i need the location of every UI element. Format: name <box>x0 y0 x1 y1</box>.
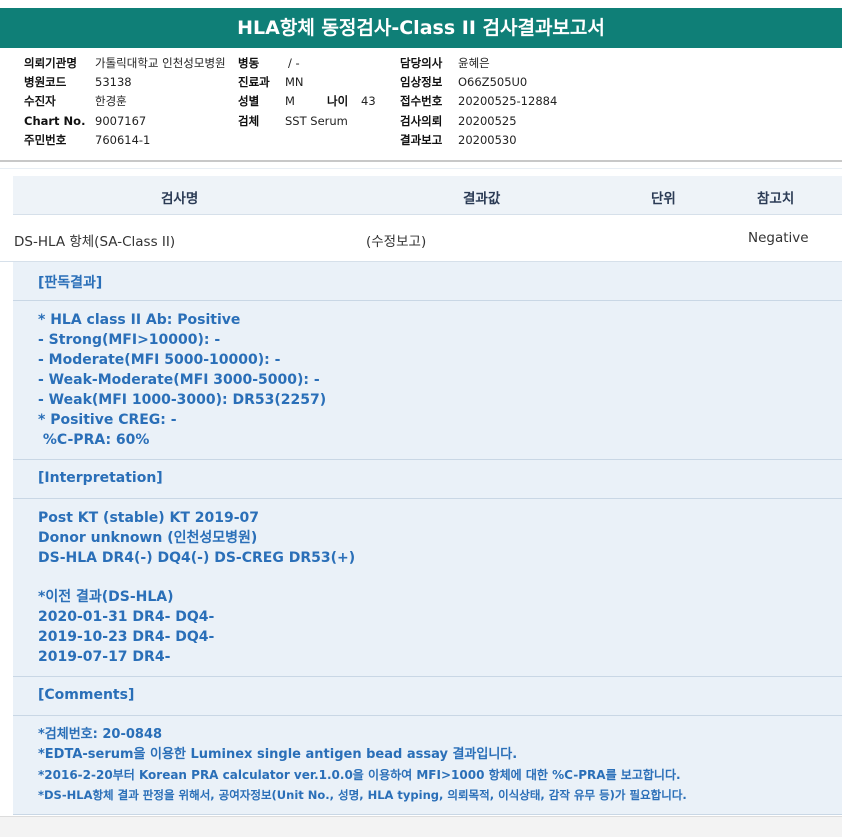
header-divider <box>0 160 842 162</box>
interpretation-line: *이전 결과(DS-HLA) <box>38 589 174 605</box>
comments-line: *2016-2-20부터 Korean PRA calculator ver.1… <box>38 768 681 782</box>
interpretation-body: Post KT (stable) KT 2019-07 Donor unknow… <box>13 499 842 677</box>
judgement-line: - Moderate(MFI 5000-10000): - <box>38 352 281 368</box>
hospital-label: 의뢰기관명 <box>24 56 77 70</box>
result-cell: (수정보고) <box>366 234 427 250</box>
meta-row-5: 주민번호 760614-1 결과보고 20200530 <box>0 131 842 150</box>
receipt-value: 20200525-12884 <box>458 94 558 108</box>
judgement-line: %C-PRA: 60% <box>38 432 150 448</box>
report-label: 결과보고 <box>400 133 443 147</box>
judgement-section-header: [판독결과] <box>13 262 842 301</box>
specimen-value: SST Serum <box>285 114 348 128</box>
interpretation-line: 2020-01-31 DR4- DQ4- <box>38 609 215 625</box>
dept-label: 진료과 <box>238 75 270 89</box>
judgement-line: * HLA class II Ab: Positive <box>38 312 241 328</box>
interpretation-line: 2019-07-17 DR4- <box>38 649 171 665</box>
doctor-label: 담당의사 <box>400 56 443 70</box>
rrn-label: 주민번호 <box>24 133 67 147</box>
ward-value: / - <box>288 56 300 70</box>
page-footer <box>0 816 842 837</box>
comments-section-header: [Comments] <box>13 677 842 716</box>
col-header-unit: 단위 <box>651 191 676 207</box>
chart-label: Chart No. <box>24 114 86 128</box>
comments-header: [Comments] <box>38 687 135 703</box>
specimen-label: 검체 <box>238 114 260 128</box>
meta-row-4: Chart No. 9007167 검체 SST Serum 검사의뢰 2020… <box>0 112 842 131</box>
sex-label: 성별 <box>238 94 260 108</box>
interpretation-line: Donor unknown (인천성모병원) <box>38 530 258 546</box>
doctor-value: 윤혜은 <box>458 56 490 70</box>
col-header-test-name: 검사명 <box>161 191 199 207</box>
report-title: HLA항체 동정검사-Class II 검사결과보고서 <box>0 8 842 48</box>
meta-row-2: 병원코드 53138 진료과 MN 임상정보 O66Z505U0 <box>0 73 842 92</box>
collector-value: 한경훈 <box>95 94 127 108</box>
table-row: DS-HLA 항체(SA-Class II) (수정보고) Negative <box>0 215 842 262</box>
receipt-label: 접수번호 <box>400 94 443 108</box>
comments-line: *EDTA-serum을 이용한 Luminex single antigen … <box>38 747 518 762</box>
chart-value: 9007167 <box>95 114 147 128</box>
request-value: 20200525 <box>458 114 517 128</box>
test-name-cell: DS-HLA 항체(SA-Class II) <box>14 234 176 250</box>
request-label: 검사의뢰 <box>400 114 443 128</box>
clinical-value: O66Z505U0 <box>458 75 528 89</box>
dept-value: MN <box>285 75 304 89</box>
comments-line: *검체번호: 20-0848 <box>38 727 163 742</box>
interpretation-line: Post KT (stable) KT 2019-07 <box>38 510 260 526</box>
judgement-header: [판독결과] <box>38 275 103 291</box>
judgement-line: * Positive CREG: - <box>38 412 177 428</box>
interpretation-line: 2019-10-23 DR4- DQ4- <box>38 629 215 645</box>
report-value: 20200530 <box>458 133 517 147</box>
meta-row-3: 수진자 한경훈 성별 M 나이 43 접수번호 20200525-12884 <box>0 92 842 111</box>
reference-cell: Negative <box>748 230 809 246</box>
rrn-value: 760614-1 <box>95 133 151 147</box>
hospital-value: 가톨릭대학교 인천성모병원 <box>95 56 226 70</box>
interpretation-line: DS-HLA DR4(-) DQ4(-) DS-CREG DR53(+) <box>38 550 356 566</box>
report-meta: 의뢰기관명 가톨릭대학교 인천성모병원 병동 / - 담당의사 윤혜은 병원코드… <box>0 48 842 158</box>
results-table-header: 검사명 결과값 단위 참고치 <box>13 176 842 215</box>
judgement-body: * HLA class II Ab: Positive - Strong(MFI… <box>13 301 842 460</box>
sex-value: M <box>285 94 295 108</box>
code-value: 53138 <box>95 75 132 89</box>
interpretation-header: [Interpretation] <box>38 470 163 486</box>
col-header-reference: 참고치 <box>757 191 795 207</box>
judgement-line: - Weak-Moderate(MFI 3000-5000): - <box>38 372 320 388</box>
age-value: 43 <box>361 94 376 108</box>
clinical-label: 임상정보 <box>400 75 443 89</box>
meta-row-1: 의뢰기관명 가톨릭대학교 인천성모병원 병동 / - 담당의사 윤혜은 <box>0 54 842 73</box>
age-label: 나이 <box>327 94 349 108</box>
judgement-line: - Weak(MFI 1000-3000): DR53(2257) <box>38 392 327 408</box>
judgement-line: - Strong(MFI>10000): - <box>38 332 221 348</box>
code-label: 병원코드 <box>24 75 67 89</box>
collector-label: 수진자 <box>24 94 56 108</box>
ward-label: 병동 <box>238 56 260 70</box>
interpretation-section-header: [Interpretation] <box>13 460 842 499</box>
comments-line: *DS-HLA항체 결과 판정을 위해서, 공여자정보(Unit No., 성명… <box>38 788 687 802</box>
section-divider <box>0 168 842 169</box>
comments-body: *검체번호: 20-0848 *EDTA-serum을 이용한 Luminex … <box>13 716 842 815</box>
col-header-result: 결과값 <box>463 191 501 207</box>
